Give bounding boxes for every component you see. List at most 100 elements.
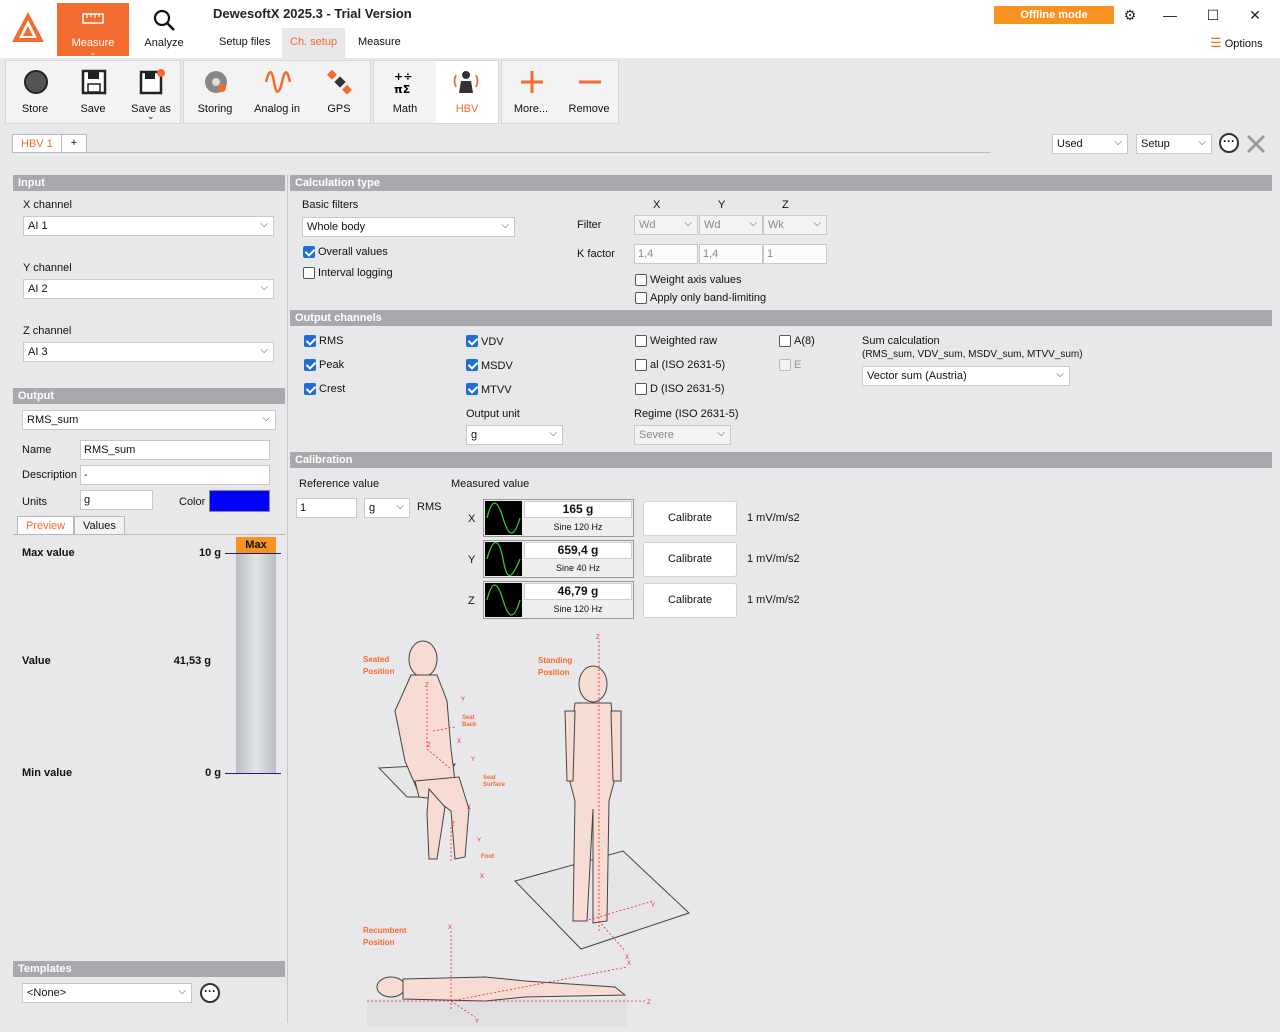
- save-as-button[interactable]: Save as ⌄: [122, 61, 180, 123]
- sum-calculation-sub: (RMS_sum, VDV_sum, MSDV_sum, MTVV_sum): [862, 349, 1083, 360]
- setup-filter-select[interactable]: Setup ⌵: [1136, 134, 1212, 154]
- calib-x-meter: 165 g Sine 120 Hz: [483, 499, 634, 537]
- calib-x-axis: X: [468, 513, 476, 525]
- reference-unit-select[interactable]: g ⌵: [364, 498, 410, 518]
- calib-z-sensitivity: 1 mV/m/s2: [747, 594, 800, 606]
- satellite-icon: [327, 69, 352, 95]
- msdv-checkbox[interactable]: [466, 359, 478, 371]
- seated-label-line2: Position: [363, 667, 395, 676]
- crest-checkbox[interactable]: [304, 383, 316, 395]
- z-channel-select[interactable]: AI 3 ⌵: [23, 342, 274, 362]
- offline-mode-button[interactable]: Offline mode: [994, 6, 1114, 24]
- e-checkbox[interactable]: [779, 359, 791, 371]
- templates-select[interactable]: <None> ⌵: [22, 983, 192, 1003]
- interval-logging-checkbox[interactable]: [303, 267, 315, 279]
- description-field[interactable]: -: [80, 465, 270, 485]
- more-options-icon[interactable]: ···: [1219, 133, 1239, 153]
- band-limiting-checkbox[interactable]: [635, 292, 647, 304]
- tab-setup-files[interactable]: Setup files: [211, 28, 278, 58]
- vdv-checkbox[interactable]: [466, 335, 478, 347]
- interval-logging-label: Interval logging: [318, 267, 393, 279]
- a8-checkbox[interactable]: [779, 335, 791, 347]
- used-filter-select[interactable]: Used ⌵: [1052, 134, 1128, 154]
- color-swatch[interactable]: [209, 490, 270, 512]
- svg-text:Y: Y: [471, 757, 475, 763]
- x-channel-select[interactable]: AI 1 ⌵: [23, 216, 274, 236]
- filter-z-select[interactable]: Wk ⌵: [763, 215, 827, 235]
- weight-axis-checkbox[interactable]: [635, 274, 647, 286]
- minimize-icon[interactable]: —: [1156, 4, 1184, 26]
- y-channel-select[interactable]: AI 2 ⌵: [23, 279, 274, 299]
- name-field[interactable]: RMS_sum: [80, 440, 270, 460]
- band-limiting-label: Apply only band-limiting: [650, 292, 767, 304]
- more-button[interactable]: More...: [502, 61, 560, 123]
- toolbar-group-edit: More... Remove: [501, 60, 619, 124]
- peak-checkbox[interactable]: [304, 359, 316, 371]
- close-icon[interactable]: ✕: [1241, 4, 1269, 26]
- gps-button[interactable]: GPS: [310, 61, 368, 123]
- analyze-mode-button[interactable]: Analyze: [128, 3, 200, 56]
- overall-values-checkbox[interactable]: [303, 246, 315, 258]
- gear-icon[interactable]: ⚙: [1116, 4, 1144, 26]
- filter-y-select[interactable]: Wd ⌵: [699, 215, 763, 235]
- options-button[interactable]: ☰ Options: [1210, 35, 1263, 51]
- remove-button[interactable]: Remove: [560, 61, 618, 123]
- svg-text:Z: Z: [596, 635, 600, 641]
- calibrate-z-button[interactable]: Calibrate: [643, 583, 737, 618]
- measure-mode-button[interactable]: Measure ⌄: [57, 3, 129, 57]
- filter-x-select[interactable]: Wd ⌵: [634, 215, 698, 235]
- regime-select[interactable]: Severe ⌵: [634, 425, 731, 445]
- panel-divider: [287, 175, 288, 1023]
- storing-button[interactable]: Storing: [186, 61, 244, 123]
- current-value: 41,53 g: [173, 655, 211, 667]
- reference-value-field[interactable]: 1: [296, 498, 357, 518]
- svg-text:Seat: Seat: [462, 715, 475, 721]
- svg-text:Y: Y: [477, 838, 481, 844]
- svg-text:X: X: [457, 739, 461, 745]
- preview-bar: [236, 537, 276, 773]
- calibrate-x-button[interactable]: Calibrate: [643, 501, 737, 536]
- units-field[interactable]: g: [80, 490, 153, 510]
- seated-label-line1: Seated: [363, 655, 389, 664]
- add-tab-button[interactable]: +: [61, 134, 87, 153]
- basic-filters-value: Whole body: [307, 221, 366, 233]
- more-label: More...: [513, 103, 549, 115]
- output-select[interactable]: RMS_sum ⌵: [22, 410, 276, 430]
- k-factor-x-field[interactable]: 1,4: [634, 244, 698, 264]
- max-value: 10 g: [198, 547, 221, 559]
- maximize-icon[interactable]: ☐: [1199, 4, 1227, 26]
- tab-measure[interactable]: Measure: [350, 28, 409, 58]
- overall-values-label: Overall values: [318, 246, 388, 258]
- scope-icon: [485, 583, 522, 617]
- k-factor-y-field[interactable]: 1,4: [699, 244, 763, 264]
- calibrate-y-button[interactable]: Calibrate: [643, 542, 737, 577]
- tab-preview[interactable]: Preview: [17, 516, 75, 535]
- search-icon: [153, 9, 175, 31]
- d-checkbox[interactable]: [635, 383, 647, 395]
- rms-checkbox[interactable]: [304, 335, 316, 347]
- output-unit-select[interactable]: g ⌵: [466, 425, 563, 445]
- al-checkbox[interactable]: [635, 359, 647, 371]
- tab-ch-setup[interactable]: Ch. setup: [282, 28, 346, 58]
- k-factor-z-field[interactable]: 1: [763, 244, 827, 264]
- hbv-button[interactable]: HBV: [436, 61, 498, 123]
- e-label: E: [794, 359, 802, 371]
- recumbent-label-line2: Position: [363, 938, 395, 947]
- weighted-raw-checkbox[interactable]: [635, 335, 647, 347]
- tools-icon[interactable]: [1245, 133, 1267, 155]
- sum-calculation-select[interactable]: Vector sum (Austria) ⌵: [862, 366, 1070, 386]
- tab-hbv-1[interactable]: HBV 1: [12, 134, 62, 153]
- analog-in-button[interactable]: Analog in: [248, 61, 306, 123]
- basic-filters-select[interactable]: Whole body ⌵: [302, 217, 515, 237]
- mtvv-checkbox[interactable]: [466, 383, 478, 395]
- tab-values[interactable]: Values: [74, 516, 125, 535]
- min-line: [225, 773, 281, 774]
- templates-more-icon[interactable]: ···: [200, 983, 220, 1003]
- save-button[interactable]: Save: [64, 61, 122, 123]
- used-filter-value: Used: [1057, 138, 1083, 150]
- store-button[interactable]: Store: [6, 61, 64, 123]
- math-button[interactable]: +÷ πΣ Math: [376, 61, 434, 123]
- calib-y-signal: Sine 40 Hz: [555, 563, 601, 573]
- output-header: Output: [13, 388, 285, 404]
- min-value: 0 g: [205, 767, 221, 779]
